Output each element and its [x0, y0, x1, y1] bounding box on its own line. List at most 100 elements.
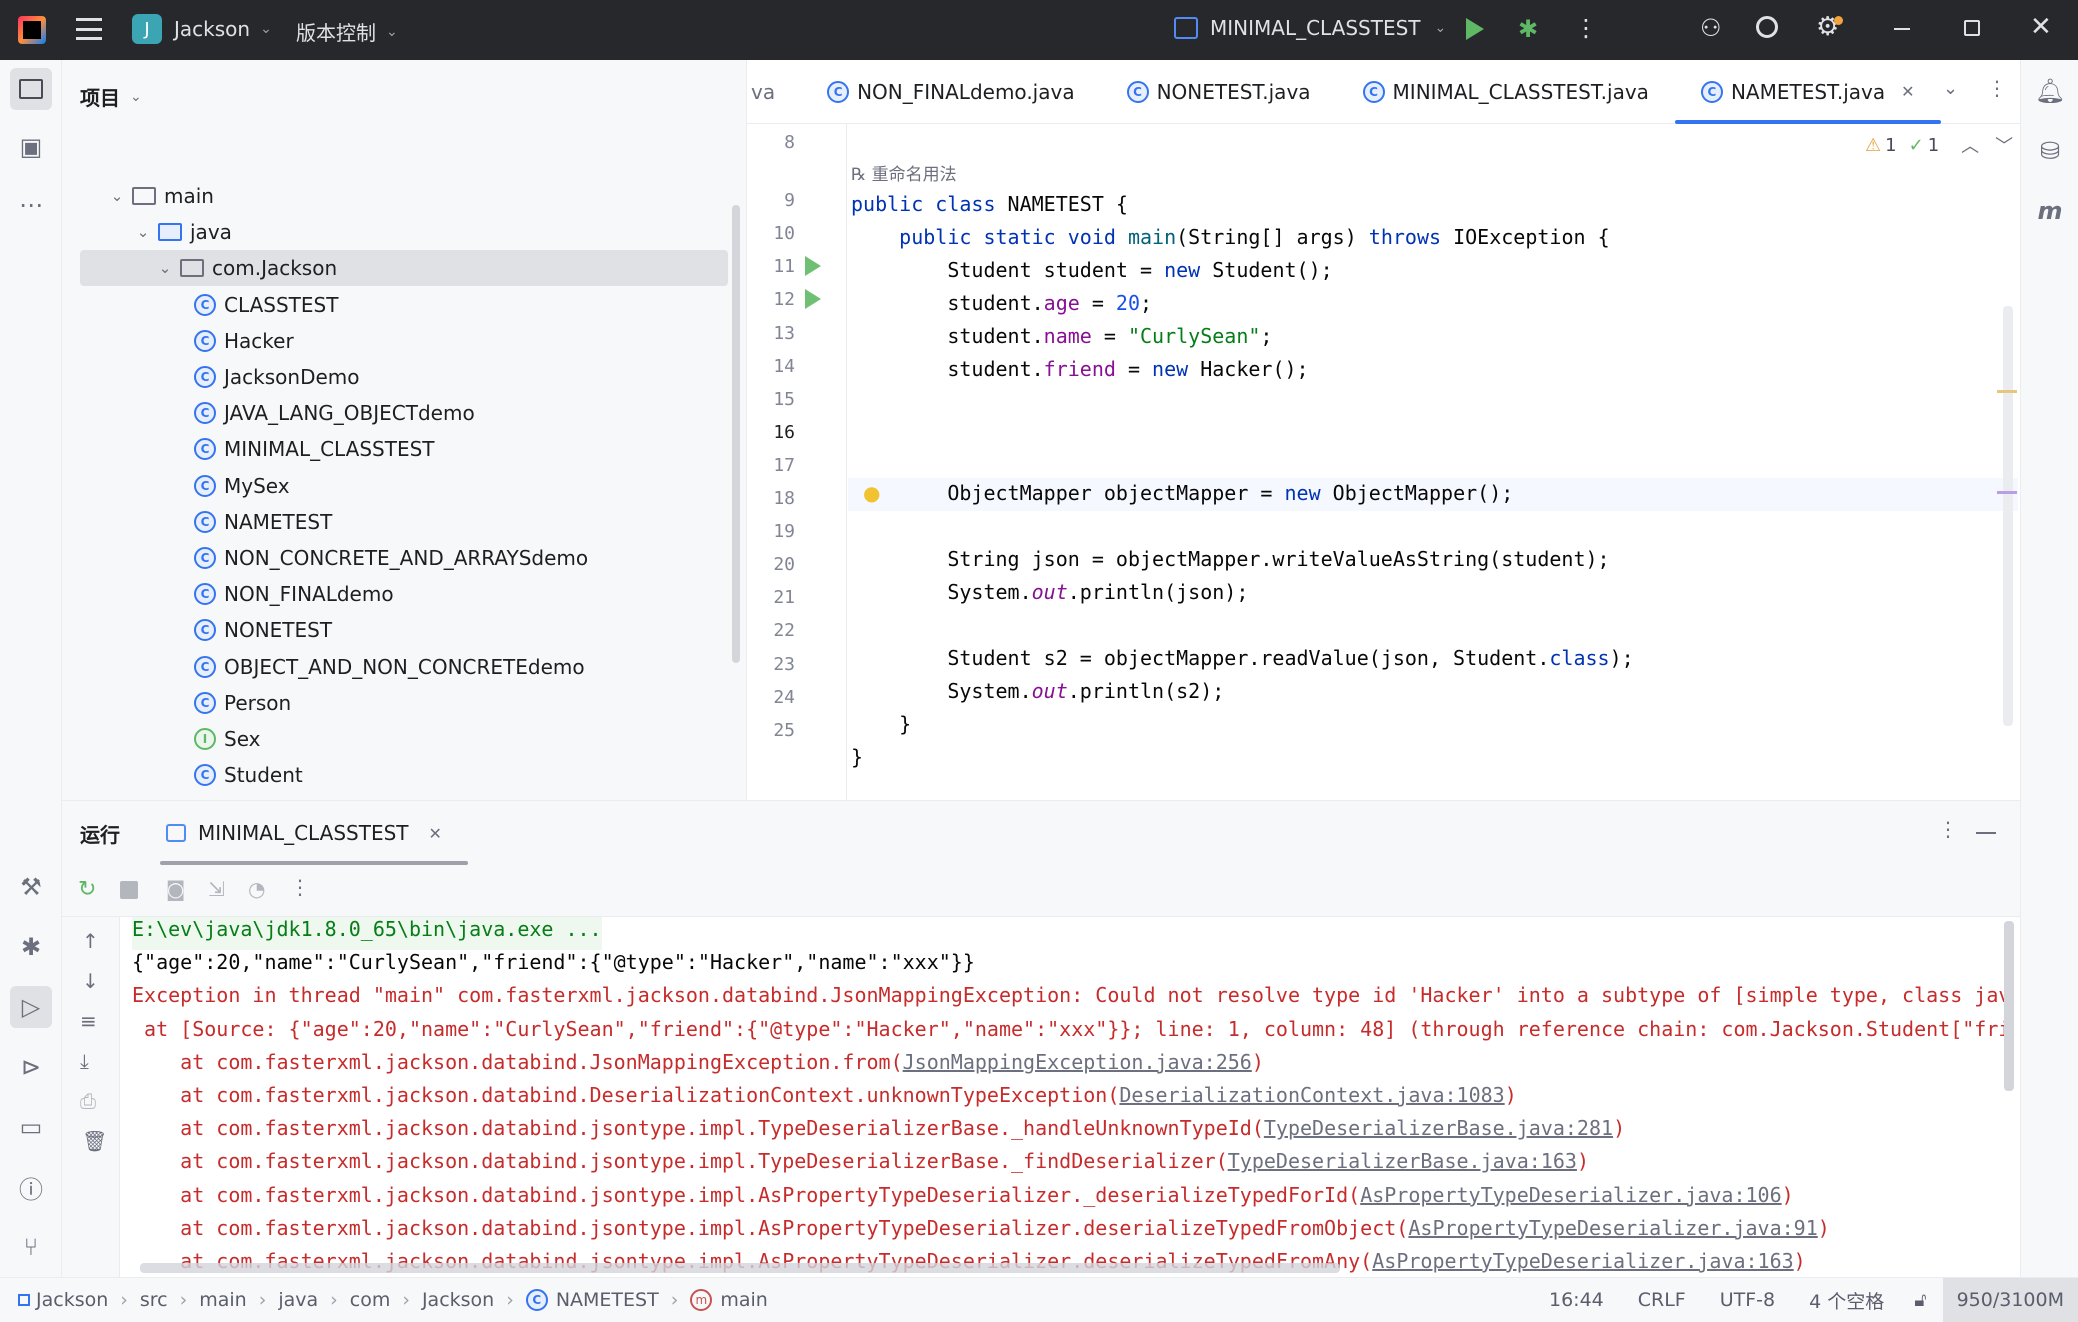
- editor-scrollbar[interactable]: [2003, 306, 2013, 726]
- chevron-down-icon[interactable]: ⌄: [102, 187, 132, 205]
- intellij-logo-icon[interactable]: [18, 16, 46, 44]
- more-tools-icon[interactable]: ⋯: [10, 184, 52, 226]
- screenshot-icon[interactable]: ◙: [166, 877, 185, 901]
- scroll-to-end-icon[interactable]: ⤓: [80, 1049, 89, 1073]
- breadcrumb-item[interactable]: main: [199, 1289, 246, 1311]
- database-icon[interactable]: ⛁: [2029, 130, 2071, 172]
- arrow-down-icon[interactable]: ↓: [82, 969, 99, 993]
- minimize-button[interactable]: [1894, 28, 1910, 30]
- breadcrumb-item[interactable]: C NAMETEST: [525, 1289, 659, 1311]
- tree-item[interactable]: I Sex: [62, 721, 727, 757]
- stack-trace-link[interactable]: AsPropertyTypeDeserializer.java:106: [1360, 1183, 1781, 1207]
- exit-icon[interactable]: ⇲: [208, 877, 225, 901]
- maven-icon[interactable]: m: [2029, 190, 2071, 232]
- tree-item[interactable]: ⌄ com.Jackson: [80, 250, 728, 287]
- rerun-icon[interactable]: ↻: [78, 877, 96, 902]
- breadcrumb-item[interactable]: com: [350, 1289, 391, 1311]
- project-selector[interactable]: J Jackson ⌄: [132, 14, 272, 44]
- tab-nonetest[interactable]: C NONETEST.java: [1101, 60, 1337, 124]
- project-folder-icon[interactable]: [10, 68, 52, 110]
- services-icon[interactable]: ⊳: [10, 1046, 52, 1088]
- git-icon[interactable]: ⑂: [10, 1226, 52, 1268]
- run-config-selector[interactable]: MINIMAL_CLASSTEST ⌄: [1174, 16, 1446, 40]
- breadcrumb-item[interactable]: java: [278, 1289, 318, 1311]
- tree-item[interactable]: C MySex: [62, 468, 727, 504]
- console-hscrollbar[interactable]: [140, 1263, 1340, 1273]
- build-hammer-icon[interactable]: ⚒: [10, 866, 52, 908]
- project-panel-header[interactable]: 项目 ⌄: [80, 82, 142, 111]
- hide-panel-icon[interactable]: [1976, 832, 1996, 834]
- stack-trace-link[interactable]: AsPropertyTypeDeserializer.java:91: [1408, 1216, 1817, 1240]
- tab-non-finaldemo[interactable]: C NON_FINALdemo.java: [801, 60, 1100, 124]
- settings-gear-icon[interactable]: ⚙: [1816, 12, 1844, 42]
- tree-item[interactable]: C JacksonDemo: [62, 359, 727, 395]
- problems-icon[interactable]: ⓘ: [10, 1166, 52, 1208]
- tree-item[interactable]: C OBJECT_AND_NON_CONCRETEdemo: [62, 649, 727, 685]
- run-gutter-icon[interactable]: [805, 256, 821, 276]
- trash-icon[interactable]: 🗑︎: [82, 1129, 107, 1153]
- print-icon[interactable]: ⎙: [80, 1089, 96, 1113]
- tree-item[interactable]: C CLASSTEST: [62, 287, 727, 323]
- breadcrumb-item[interactable]: Jackson: [422, 1289, 494, 1311]
- indent-setting[interactable]: 4 个空格: [1809, 1287, 1884, 1314]
- console-output[interactable]: E:\ev\java\jdk1.8.0_65\bin\java.exe ...{…: [132, 917, 2012, 1278]
- readonly-lock-icon[interactable]: 🔓︎: [1914, 1289, 1926, 1311]
- more-actions-icon[interactable]: ⋮: [1574, 14, 1598, 42]
- tree-item[interactable]: ⌄ java: [62, 214, 727, 250]
- chevron-down-icon[interactable]: ⌄: [128, 223, 158, 241]
- structure-icon[interactable]: ▣: [10, 126, 52, 168]
- tree-item[interactable]: C Student: [62, 757, 727, 793]
- notifications-bell-icon[interactable]: 🔔︎: [2029, 70, 2071, 112]
- tab-minimal-classtest[interactable]: C MINIMAL_CLASSTEST.java: [1337, 60, 1675, 124]
- tree-item[interactable]: C JAVA_LANG_OBJECTdemo: [62, 395, 727, 431]
- profiler-icon[interactable]: ◔: [248, 877, 265, 901]
- close-tab-icon[interactable]: ✕: [429, 824, 442, 843]
- soft-wrap-icon[interactable]: ≡: [80, 1009, 97, 1033]
- memory-indicator[interactable]: 950/3100M: [1942, 1278, 2078, 1322]
- tab-nametest[interactable]: C NAMETEST.java ✕: [1674, 60, 1941, 124]
- tree-item[interactable]: C NON_FINALdemo: [62, 576, 727, 612]
- file-encoding[interactable]: UTF-8: [1720, 1289, 1775, 1311]
- run-gutter-icon[interactable]: [805, 289, 821, 309]
- tree-item[interactable]: C NONETEST: [62, 612, 727, 648]
- terminal-icon[interactable]: ▭: [10, 1106, 52, 1148]
- project-scrollbar[interactable]: [732, 205, 740, 663]
- stack-trace-link[interactable]: JsonMappingException.java:256: [903, 1050, 1252, 1074]
- run-tool-icon[interactable]: ▷: [10, 986, 52, 1028]
- stop-icon[interactable]: [120, 881, 138, 899]
- caret-position[interactable]: 16:44: [1549, 1289, 1604, 1311]
- toolbar-more-icon[interactable]: ⋮: [290, 875, 310, 899]
- stack-trace-link[interactable]: TypeDeserializerBase.java:281: [1264, 1116, 1613, 1140]
- tree-item[interactable]: C Person: [62, 685, 727, 721]
- rename-usages-hint[interactable]: ℞ 重命名用法: [851, 160, 957, 185]
- chevron-down-icon[interactable]: ⌄: [150, 259, 180, 277]
- stack-trace-link[interactable]: TypeDeserializerBase.java:163: [1228, 1149, 1577, 1173]
- run-panel-more-icon[interactable]: ⋮: [1938, 817, 1958, 841]
- tree-item[interactable]: C NAMETEST: [62, 504, 727, 540]
- chevron-down-icon[interactable]: ﹀: [1995, 132, 2013, 158]
- breadcrumb-item[interactable]: src: [140, 1289, 168, 1311]
- breadcrumb-item[interactable]: Jackson: [18, 1289, 108, 1311]
- vcs-selector[interactable]: 版本控制 ⌄: [296, 17, 398, 46]
- tabs-dropdown-icon[interactable]: ⌄: [1943, 78, 1958, 99]
- run-tab-minimal-classtest[interactable]: MINIMAL_CLASSTEST ✕: [160, 801, 468, 865]
- line-separator[interactable]: CRLF: [1638, 1289, 1686, 1311]
- tab-partial[interactable]: va: [747, 60, 801, 124]
- add-user-icon[interactable]: ⚇: [1700, 14, 1722, 42]
- inspection-widget[interactable]: ⚠ 1 ✓ 1 ︿ ﹀: [1865, 132, 2013, 158]
- maximize-button[interactable]: [1964, 20, 1980, 36]
- debug-icon[interactable]: ✱: [1518, 15, 1538, 43]
- tree-item[interactable]: ⌄ main: [62, 178, 727, 214]
- debug-bug-icon[interactable]: ✱: [10, 926, 52, 968]
- chevron-up-icon[interactable]: ︿: [1961, 132, 1979, 158]
- console-scrollbar[interactable]: [2004, 921, 2014, 1091]
- tabs-more-icon[interactable]: ⋮: [1987, 76, 2007, 100]
- arrow-up-icon[interactable]: ↑: [82, 929, 99, 953]
- main-menu-icon[interactable]: [76, 18, 102, 40]
- run-icon[interactable]: [1466, 18, 1484, 40]
- tree-item[interactable]: C Hacker: [62, 323, 727, 359]
- close-tab-icon[interactable]: ✕: [1901, 82, 1914, 101]
- tree-item[interactable]: C MINIMAL_CLASSTEST: [62, 431, 727, 467]
- tree-item[interactable]: C NON_CONCRETE_AND_ARRAYSdemo: [62, 540, 727, 576]
- stack-trace-link[interactable]: AsPropertyTypeDeserializer.java:163: [1372, 1249, 1793, 1273]
